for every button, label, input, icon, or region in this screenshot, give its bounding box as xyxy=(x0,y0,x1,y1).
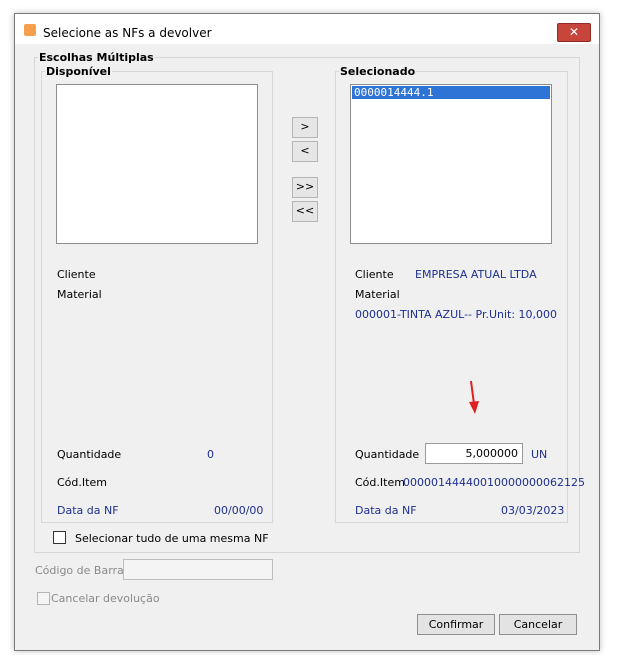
add-all-button[interactable]: >> xyxy=(292,177,318,198)
barcode-label: Código de Barras xyxy=(35,564,130,577)
selected-cod-item-value: 00000144440010000000062125 xyxy=(403,476,585,489)
selected-cliente-label: Cliente xyxy=(355,268,394,281)
cancel-button[interactable]: Cancelar xyxy=(499,614,577,635)
selected-listbox[interactable]: 0000014444.1 xyxy=(350,84,552,244)
selected-data-nf-label: Data da NF xyxy=(355,504,417,517)
close-button[interactable]: ✕ xyxy=(557,23,591,42)
available-cod-item-label: Cód.Item xyxy=(57,476,107,489)
available-data-nf-value: 00/00/00 xyxy=(214,504,264,517)
cancel-return-label: Cancelar devolução xyxy=(51,592,160,605)
barcode-input[interactable] xyxy=(123,559,273,580)
available-quantidade-value: 0 xyxy=(207,448,214,461)
dialog-window: Selecione as NFs a devolver ✕ Escolhas M… xyxy=(14,13,600,651)
multiple-choices-legend: Escolhas Múltiplas xyxy=(39,51,154,64)
selected-material-label: Material xyxy=(355,288,400,301)
remove-button[interactable]: < xyxy=(292,141,318,162)
available-material-label: Material xyxy=(57,288,102,301)
add-button[interactable]: > xyxy=(292,117,318,138)
confirm-button[interactable]: Confirmar xyxy=(417,614,495,635)
selected-legend: Selecionado xyxy=(340,65,416,78)
selected-list-item[interactable]: 0000014444.1 xyxy=(352,86,550,99)
title-bar: Selecione as NFs a devolver ✕ xyxy=(15,14,599,44)
selected-data-nf-value: 03/03/2023 xyxy=(501,504,565,517)
close-icon: ✕ xyxy=(568,25,580,39)
available-data-nf-label: Data da NF xyxy=(57,504,119,517)
available-quantidade-label: Quantidade xyxy=(57,448,122,461)
selected-material-value: 000001-TINTA AZUL-- Pr.Unit: 10,000 xyxy=(355,308,558,321)
selected-quantidade-label: Quantidade xyxy=(355,448,420,461)
available-listbox[interactable] xyxy=(56,84,258,244)
quantidade-input[interactable]: 5,000000 xyxy=(425,443,523,464)
arrow-down-icon xyxy=(469,380,479,414)
remove-all-button[interactable]: << xyxy=(292,201,318,222)
select-all-label: Selecionar tudo de uma mesma NF xyxy=(75,532,269,545)
unit-label: UN xyxy=(531,448,548,461)
window-title: Selecione as NFs a devolver xyxy=(43,26,212,40)
selected-cliente-value: EMPRESA ATUAL LTDA xyxy=(415,268,537,281)
app-icon xyxy=(24,24,36,36)
selected-cod-item-label: Cód.Item xyxy=(355,476,405,489)
available-cliente-label: Cliente xyxy=(57,268,96,281)
available-legend: Disponível xyxy=(46,65,111,78)
select-all-checkbox[interactable] xyxy=(53,531,66,544)
